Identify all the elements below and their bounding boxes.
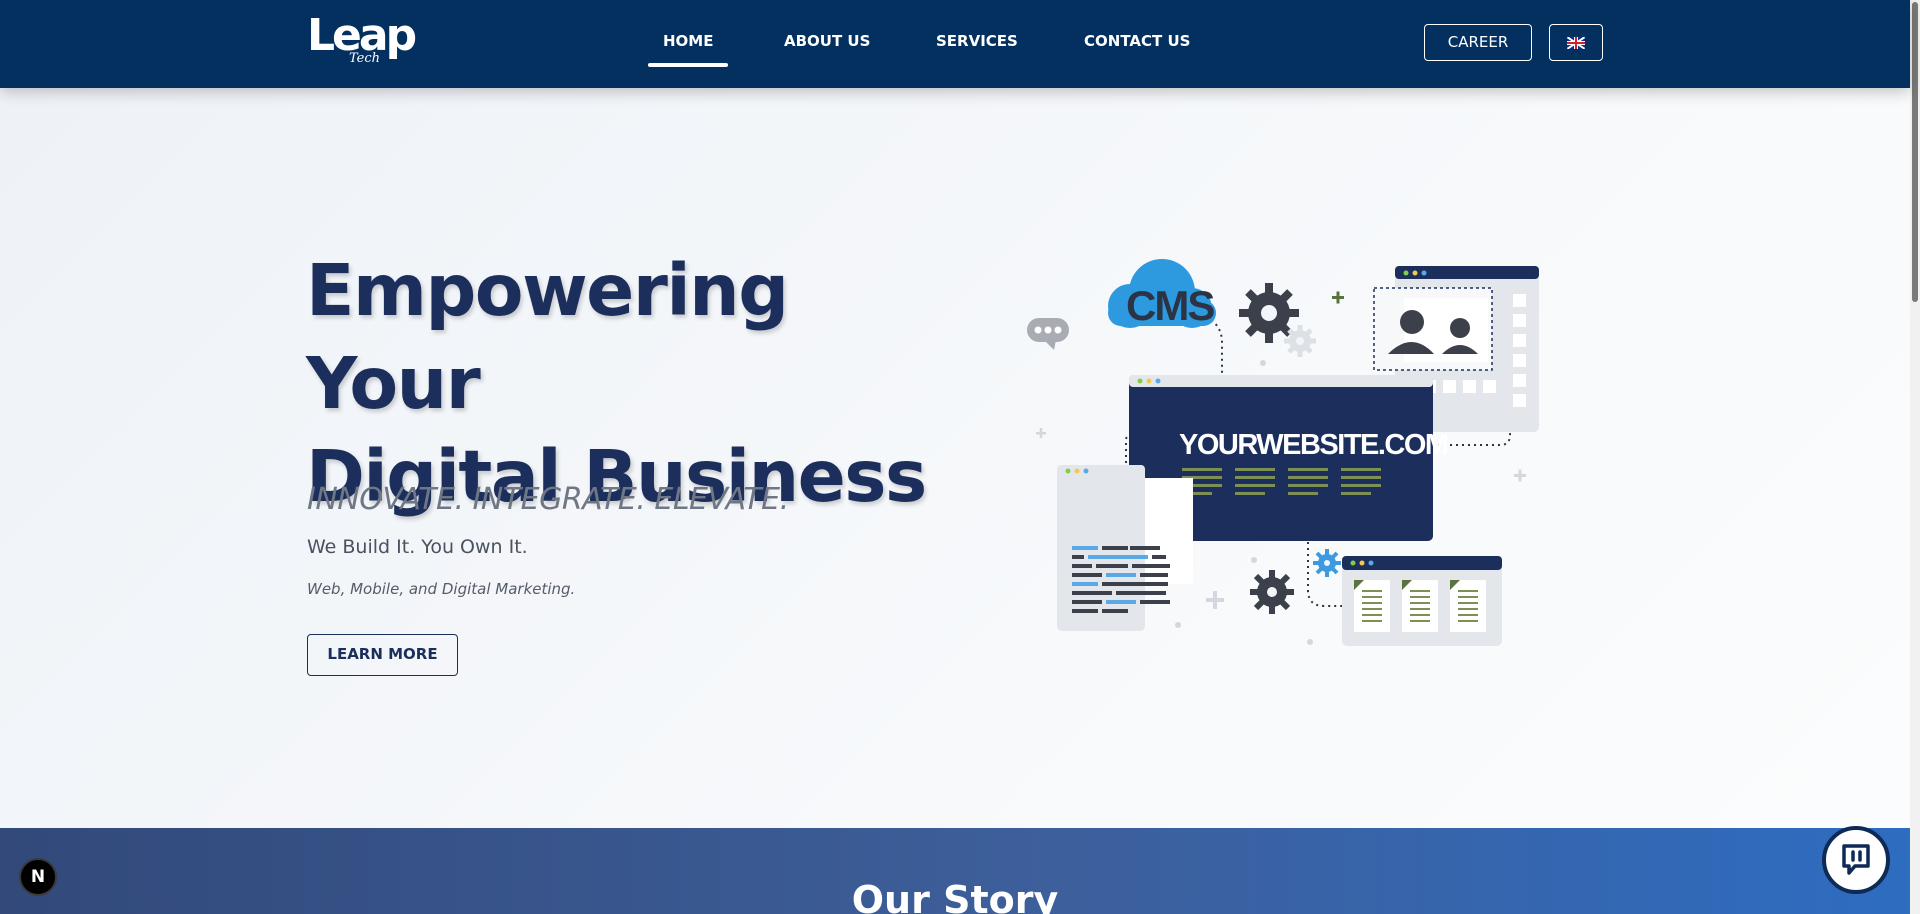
chat-button[interactable] (1822, 826, 1890, 894)
hero-tagline: INNOVATE. INTEGRATE. ELEVATE. (307, 482, 789, 517)
documents-window (1342, 556, 1502, 646)
active-nav-indicator (648, 63, 728, 67)
speech-bubble-icon (1027, 318, 1069, 350)
nav-item-contact-us[interactable]: CONTACT US (1084, 30, 1190, 52)
language-switch-button[interactable] (1549, 24, 1603, 61)
blue-gear-icon (1313, 549, 1341, 577)
nextjs-dev-badge[interactable]: N (19, 858, 57, 896)
cms-cloud-icon: CMS (1108, 259, 1216, 329)
web-development-illustration: CMS YOURWEBSITE.COM (1027, 259, 1539, 646)
uk-flag-icon (1567, 37, 1585, 49)
logo-subtext: Tech (349, 51, 381, 66)
nav-item-about-us[interactable]: ABOUT US (784, 30, 870, 52)
our-story-title: Our Story (851, 878, 1059, 914)
website-label: YOURWEBSITE.COM (1179, 429, 1448, 461)
page-scrollbar[interactable] (1910, 0, 1920, 914)
hero-note: Web, Mobile, and Digital Marketing. (307, 580, 576, 598)
career-button[interactable]: CAREER (1424, 24, 1532, 61)
nav-item-services[interactable]: SERVICES (936, 30, 1018, 52)
learn-more-button[interactable]: LEARN MORE (307, 634, 458, 676)
chat-bubble-icon (1842, 844, 1870, 875)
scrollbar-thumb[interactable] (1912, 2, 1918, 302)
leap-tech-logo[interactable]: Leap Tech (307, 14, 417, 72)
gear-icon-bottom (1250, 570, 1294, 614)
top-navbar: Leap Tech HOME ABOUT US SERVICES CONTACT… (0, 0, 1910, 88)
hero-section (0, 88, 1910, 828)
hero-title-line-1: Empowering Your (306, 249, 789, 425)
code-editor-window (1057, 465, 1193, 631)
nav-item-home[interactable]: HOME (663, 30, 713, 52)
cms-label: CMS (1126, 282, 1214, 329)
hero-subtitle: We Build It. You Own It. (307, 536, 528, 558)
